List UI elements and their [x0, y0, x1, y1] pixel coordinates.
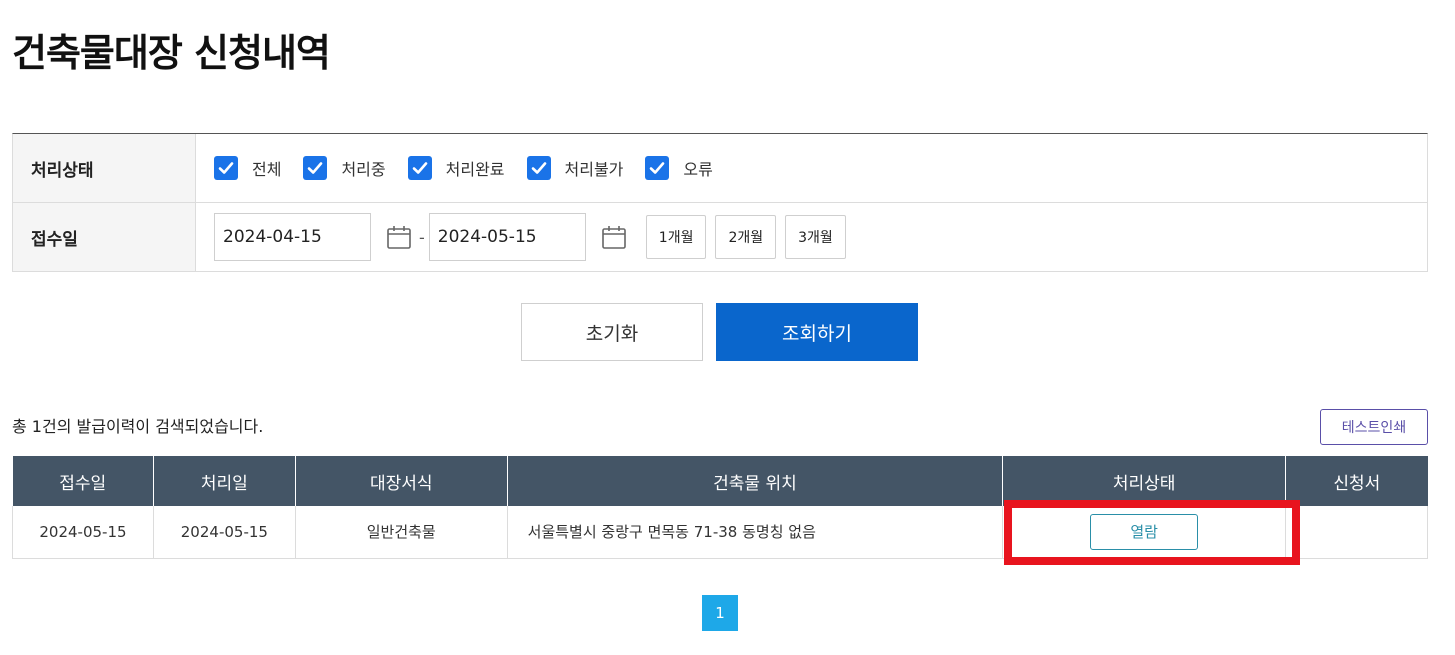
calendar-icon[interactable]: [385, 223, 413, 251]
period-1-month-button[interactable]: 1개월: [645, 215, 707, 259]
column-header-form: 대장서식: [295, 456, 508, 506]
status-filter-label: 처리상태: [13, 134, 196, 202]
status-option-label: 처리불가: [564, 160, 624, 179]
table-row: 2024-05-15 2024-05-15 일반건축물 서울특별시 중랑구 면목…: [12, 506, 1428, 559]
table-header-row: 접수일 처리일 대장서식 건축물 위치 처리상태 신청서: [12, 456, 1428, 506]
checkbox-checked-icon[interactable]: [526, 156, 551, 180]
cell-application: [1285, 506, 1428, 559]
calendar-icon[interactable]: [600, 223, 628, 251]
status-filter-row: 처리상태 전체 처리중 처리완료 처리불가 오류: [13, 134, 1427, 203]
status-option-unavailable[interactable]: 처리불가: [526, 156, 624, 180]
column-header-location: 건축물 위치: [507, 456, 1004, 506]
filter-panel: 처리상태 전체 처리중 처리완료 처리불가 오류 접수일 2024-04-15 …: [12, 133, 1428, 272]
column-header-processed: 처리일: [153, 456, 296, 506]
test-print-button[interactable]: 테스트인쇄: [1320, 409, 1428, 445]
cell-received-date: 2024-05-15: [12, 506, 154, 559]
status-option-error[interactable]: 오류: [645, 156, 713, 180]
date-filter-label: 접수일: [13, 203, 196, 271]
date-range: - 1개월 2개월 3개월: [196, 203, 1427, 271]
status-option-label: 전체: [252, 160, 282, 179]
period-2-month-button[interactable]: 2개월: [715, 215, 777, 259]
status-option-all[interactable]: 전체: [214, 156, 281, 180]
cell-processed-date: 2024-05-15: [153, 506, 296, 559]
status-option-processing[interactable]: 처리중: [303, 156, 386, 180]
column-header-application: 신청서: [1285, 456, 1428, 506]
results-table: 접수일 처리일 대장서식 건축물 위치 처리상태 신청서 2024-05-15 …: [12, 456, 1428, 559]
result-summary: 총 1건의 발급이력이 검색되었습니다.: [12, 417, 264, 436]
start-date-input[interactable]: [214, 213, 371, 261]
checkbox-checked-icon[interactable]: [303, 156, 328, 180]
status-options: 전체 처리중 처리완료 처리불가 오류: [196, 134, 1427, 202]
period-3-month-button[interactable]: 3개월: [785, 215, 846, 259]
checkbox-checked-icon[interactable]: [645, 156, 670, 180]
pagination-page-1[interactable]: 1: [702, 595, 738, 631]
status-option-label: 오류: [683, 160, 713, 179]
checkbox-checked-icon[interactable]: [407, 156, 432, 180]
column-header-received: 접수일: [12, 456, 154, 506]
status-option-completed[interactable]: 처리완료: [407, 156, 505, 180]
status-option-label: 처리중: [341, 160, 386, 179]
cell-location: 서울특별시 중랑구 면목동 71-38 동명칭 없음: [507, 506, 1004, 559]
cell-status: 열람: [1002, 506, 1287, 559]
date-filter-row: 접수일 - 1개월 2개월 3개월: [13, 203, 1427, 272]
column-header-status: 처리상태: [1002, 456, 1287, 506]
status-option-label: 처리완료: [445, 160, 505, 179]
page-title: 건축물대장 신청내역: [12, 31, 331, 75]
checkbox-checked-icon[interactable]: [214, 156, 238, 180]
reset-button[interactable]: 초기화: [521, 303, 703, 361]
view-button[interactable]: 열람: [1090, 513, 1199, 550]
date-separator: -: [419, 227, 425, 247]
search-button[interactable]: 조회하기: [716, 303, 918, 361]
end-date-input[interactable]: [428, 213, 586, 261]
cell-form: 일반건축물: [295, 506, 508, 559]
